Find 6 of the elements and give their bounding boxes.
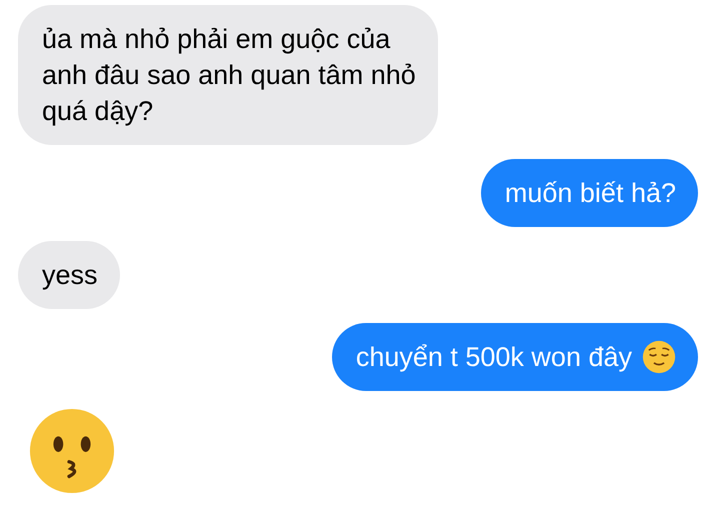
message-text: muốn biết hả? — [504, 177, 676, 210]
message-text: ủa mà nhỏ phải em guộc của anh đâu sao anh quan tâm nhỏ quá dậy? — [42, 23, 416, 128]
message-text: yess — [42, 259, 98, 292]
relieved-face-icon — [642, 340, 676, 374]
kissing-face-icon — [28, 407, 116, 495]
message-text: chuyển t 500k won đây — [356, 341, 632, 374]
